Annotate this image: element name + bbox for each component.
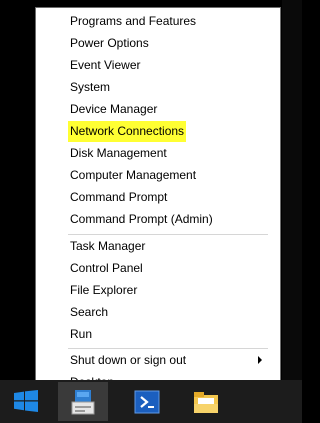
menu-item-label: Programs and Features (70, 14, 197, 28)
taskbar (0, 380, 302, 423)
powershell-icon (134, 390, 160, 414)
menu-item-programs-and-features[interactable]: Programs and Features (70, 11, 196, 32)
menu-item-label: Power Options (70, 36, 149, 50)
menu-item-label: Run (70, 327, 93, 341)
menu-item-disk-management[interactable]: Disk Management (70, 143, 167, 164)
menu-item-label: Device Manager (70, 102, 158, 116)
menu-item-label: Disk Management (70, 146, 167, 160)
winx-quick-link-menu: Programs and Features Power Options Even… (35, 7, 281, 397)
menu-item-label: Command Prompt (Admin) (70, 212, 213, 226)
chevron-right-icon (258, 356, 262, 364)
start-button[interactable] (0, 380, 52, 423)
menu-item-label: Event Viewer (70, 58, 141, 72)
menu-item-power-options[interactable]: Power Options (70, 33, 149, 54)
menu-item-label: Task Manager (70, 239, 146, 253)
menu-item-command-prompt-admin[interactable]: Command Prompt (Admin) (70, 209, 213, 230)
menu-item-label: Network Connections (68, 121, 187, 142)
menu-item-event-viewer[interactable]: Event Viewer (70, 55, 140, 76)
taskbar-app-powershell[interactable] (122, 382, 172, 421)
desktop-edge (282, 0, 302, 380)
menu-item-control-panel[interactable]: Control Panel (70, 258, 143, 279)
menu-item-label: Search (70, 305, 109, 319)
menu-item-label: Computer Management (70, 168, 197, 182)
windows-logo-icon (14, 390, 38, 412)
file-explorer-icon (194, 392, 218, 413)
taskbar-app-server-manager[interactable] (58, 382, 108, 421)
menu-item-label: Shut down or sign out (70, 353, 187, 367)
menu-separator (68, 234, 268, 235)
menu-separator (68, 348, 268, 349)
menu-item-file-explorer[interactable]: File Explorer (70, 280, 137, 301)
menu-item-label: Command Prompt (70, 190, 168, 204)
menu-item-run[interactable]: Run (70, 324, 92, 345)
menu-item-label: Control Panel (70, 261, 143, 275)
menu-item-search[interactable]: Search (70, 302, 108, 323)
menu-item-network-connections[interactable]: Network Connections (68, 121, 187, 142)
menu-item-command-prompt[interactable]: Command Prompt (70, 187, 167, 208)
menu-item-computer-management[interactable]: Computer Management (70, 165, 196, 186)
server-manager-icon (71, 390, 95, 415)
menu-item-task-manager[interactable]: Task Manager (70, 236, 145, 257)
menu-item-label: File Explorer (70, 283, 138, 297)
taskbar-app-file-explorer[interactable] (181, 382, 231, 421)
menu-item-label: System (70, 80, 111, 94)
menu-item-device-manager[interactable]: Device Manager (70, 99, 157, 120)
menu-item-system[interactable]: System (70, 77, 110, 98)
menu-item-shut-down-or-sign-out[interactable]: Shut down or sign out (70, 350, 270, 371)
